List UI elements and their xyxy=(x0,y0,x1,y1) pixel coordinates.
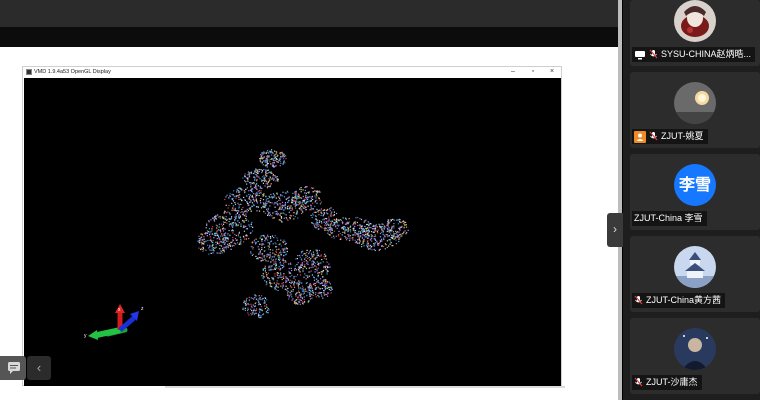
meeting-stage: VMD 1.9.4a53 OpenGL Display – ▫ × y x z … xyxy=(0,0,760,400)
vmd-titlebar[interactable]: VMD 1.9.4a53 OpenGL Display – ▫ × xyxy=(23,67,561,78)
chevron-right-icon: › xyxy=(613,222,617,236)
avatar xyxy=(674,82,716,124)
molecule-atoms xyxy=(197,149,409,319)
molecule-render: y x z xyxy=(84,149,409,340)
mic-muted-icon xyxy=(634,377,643,387)
collapse-toolbar-button[interactable]: ‹ xyxy=(27,356,51,380)
shared-screen-top-strip xyxy=(0,0,622,27)
participant-name: ZJUT-China黄方茜 xyxy=(646,295,722,305)
vmd-window: VMD 1.9.4a53 OpenGL Display – ▫ × y x z xyxy=(22,66,562,386)
z-axis-label: z xyxy=(141,306,144,312)
person-icon xyxy=(634,130,646,143)
participant-nametag: SYSU-CHINA赵炳晧... xyxy=(632,47,756,62)
chat-bubble-icon xyxy=(8,362,20,374)
y-axis-label: y xyxy=(84,333,87,339)
screen-share-icon xyxy=(635,50,645,59)
minimize-button[interactable]: – xyxy=(508,67,518,77)
participant-tile[interactable]: SYSU-CHINA赵炳晧... xyxy=(630,0,760,66)
avatar: 李雪 xyxy=(674,164,716,206)
participant-name: ZJUT-姚夏 xyxy=(661,131,704,141)
maximize-button[interactable]: ▫ xyxy=(528,67,538,77)
opengl-display-canvas[interactable]: y x z xyxy=(24,78,561,386)
participant-nametag: ZJUT-沙庸杰 xyxy=(632,375,702,390)
participant-tile[interactable]: 李雪 ZJUT-China 李雪 xyxy=(630,154,760,230)
shared-screen: VMD 1.9.4a53 OpenGL Display – ▫ × y x z xyxy=(0,0,622,400)
avatar xyxy=(674,246,716,288)
avatar xyxy=(674,328,716,370)
axes-indicator: y x z xyxy=(84,304,144,340)
participant-name: ZJUT-沙庸杰 xyxy=(646,377,698,387)
participant-tile[interactable]: ZJUT-沙庸杰 xyxy=(630,318,760,394)
participant-nametag: ZJUT-姚夏 xyxy=(632,129,708,144)
mic-muted-icon xyxy=(649,49,658,59)
vmd-window-title: VMD 1.9.4a53 OpenGL Display xyxy=(34,69,111,75)
mic-muted-icon xyxy=(634,295,643,305)
chat-toggle-button[interactable] xyxy=(0,356,26,380)
chevron-left-icon: ‹ xyxy=(36,360,42,375)
participant-name: ZJUT-China 李雪 xyxy=(634,213,703,223)
mic-muted-icon xyxy=(649,131,658,141)
participant-nametag: ZJUT-China 李雪 xyxy=(632,211,707,226)
vmd-app-icon xyxy=(26,69,32,75)
close-button[interactable]: × xyxy=(547,67,557,77)
participant-nametag: ZJUT-China黄方茜 xyxy=(632,293,726,308)
avatar xyxy=(674,0,716,42)
participant-name: SYSU-CHINA赵炳晧... xyxy=(661,49,752,59)
y-axis-arrowhead xyxy=(88,330,98,340)
panel-toggle-button[interactable]: › xyxy=(607,213,623,247)
participant-tile[interactable]: ZJUT-姚夏 xyxy=(630,72,760,148)
participant-tile[interactable]: ZJUT-China黄方茜 xyxy=(630,236,760,312)
shared-screen-dark-band xyxy=(0,27,622,47)
shared-screen-divider xyxy=(165,386,565,388)
